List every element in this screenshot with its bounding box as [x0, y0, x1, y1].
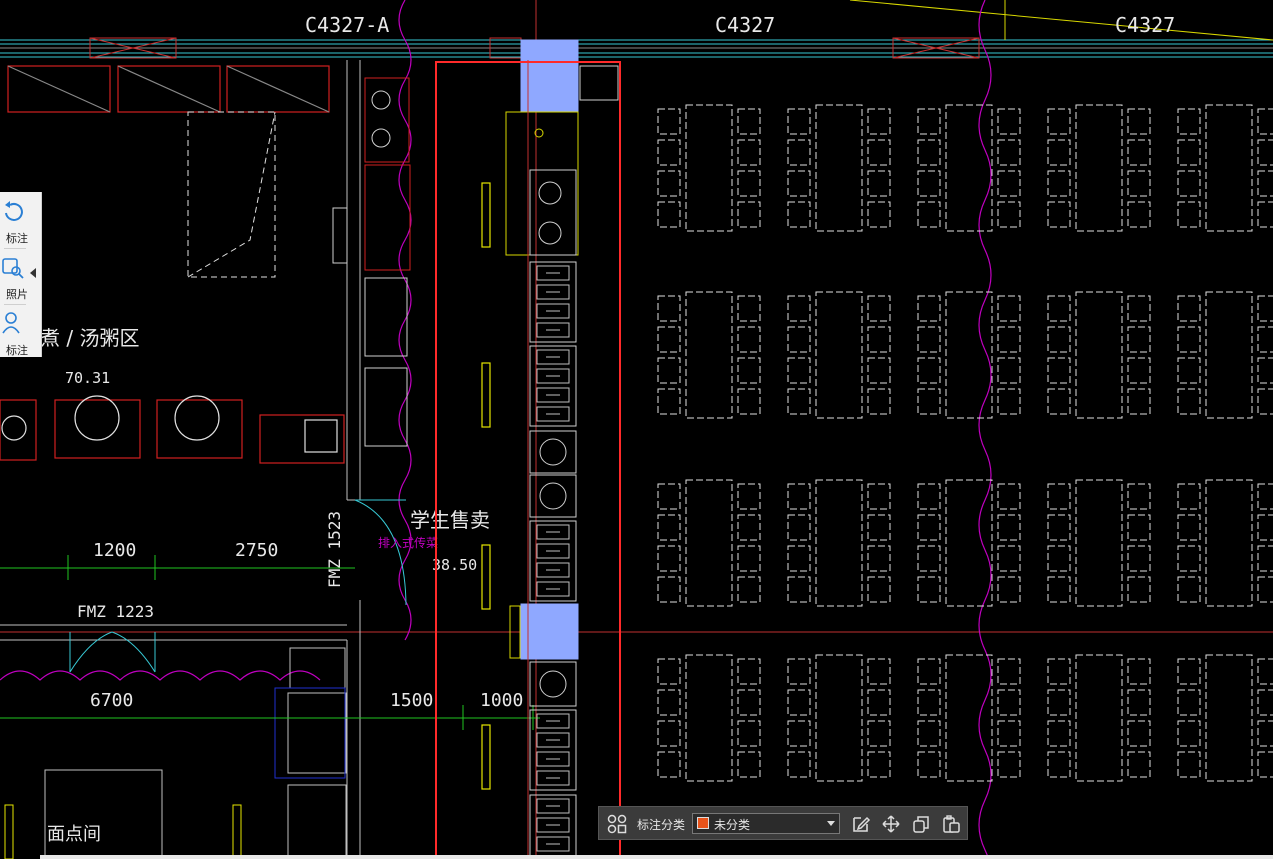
side-item-annotate[interactable]: 标注: [0, 194, 28, 246]
dim-1200: 1200: [93, 540, 136, 561]
copy-icon[interactable]: [911, 814, 931, 834]
room-label-pastry: 面点间: [47, 824, 101, 845]
annotation-side-panel: 标注 照片 标注: [0, 192, 42, 357]
dim-1000: 1000: [480, 690, 523, 711]
wall-equipment: [332, 77, 411, 447]
doors: [69, 499, 407, 673]
kitchen-walls: [0, 60, 361, 859]
scrollbar-track[interactable]: [40, 855, 1273, 859]
counter-drawers: [536, 265, 570, 852]
soup-kettles: [0, 395, 345, 464]
move-icon[interactable]: [881, 814, 901, 834]
side-item-person[interactable]: 标注: [0, 306, 28, 358]
magenta-note: 排入式传菜: [378, 535, 438, 550]
revision-cloud-right: [978, 0, 992, 859]
dim-2750: 2750: [235, 540, 278, 561]
edit-icon[interactable]: [851, 814, 871, 834]
rotate-annotation-icon: [5, 201, 23, 221]
person-annotation-icon: [2, 312, 20, 334]
revision-cloud-bottom: [0, 670, 321, 681]
wall-cabinets: [7, 65, 330, 113]
window-label-1: C4327-A: [305, 13, 389, 37]
room-area-soup: 70.31: [65, 369, 110, 387]
door-label-fmz1223: FMZ 1223: [77, 602, 154, 621]
category-color-swatch: [697, 817, 709, 829]
category-select[interactable]: 未分类: [692, 813, 840, 834]
side-item-label: 照片: [6, 288, 28, 301]
room-label-student-sales: 学生售卖: [410, 508, 490, 532]
category-label: 标注分类: [637, 818, 686, 832]
paste-icon[interactable]: [941, 814, 961, 834]
exterior-wall: [0, 0, 1273, 59]
window-label-2: C4327: [715, 13, 775, 37]
dim-6700: 6700: [90, 690, 133, 711]
room-area-student-sales: 38.50: [432, 556, 477, 574]
side-item-label: 标注: [6, 232, 28, 245]
window-label-3: C4327: [1115, 13, 1175, 37]
annotation-toolbar: 标注分类 未分类: [598, 806, 968, 840]
category-select-value: 未分类: [714, 818, 751, 832]
side-item-label: 标注: [6, 344, 28, 357]
cad-drawing-canvas[interactable]: C4327-A C4327 C4327 1200 2750 6700 1500 …: [0, 0, 1273, 859]
photo-search-icon: [2, 258, 24, 279]
door-label-fmz1523: FMZ 1523: [325, 511, 344, 588]
group-icon[interactable]: [607, 814, 627, 834]
room-label-soup-area: 煮 / 汤粥区: [40, 326, 139, 350]
side-item-photo[interactable]: 照片: [0, 250, 28, 302]
dimension-lines: [0, 555, 540, 730]
selected-door-box: [579, 65, 619, 101]
dim-1500: 1500: [390, 690, 433, 711]
dining-tables: [657, 104, 1273, 782]
collapse-arrow-icon[interactable]: [30, 268, 36, 278]
serving-counter: [505, 39, 579, 859]
exhaust-hood: [187, 111, 276, 278]
chevron-down-icon: [827, 821, 835, 826]
